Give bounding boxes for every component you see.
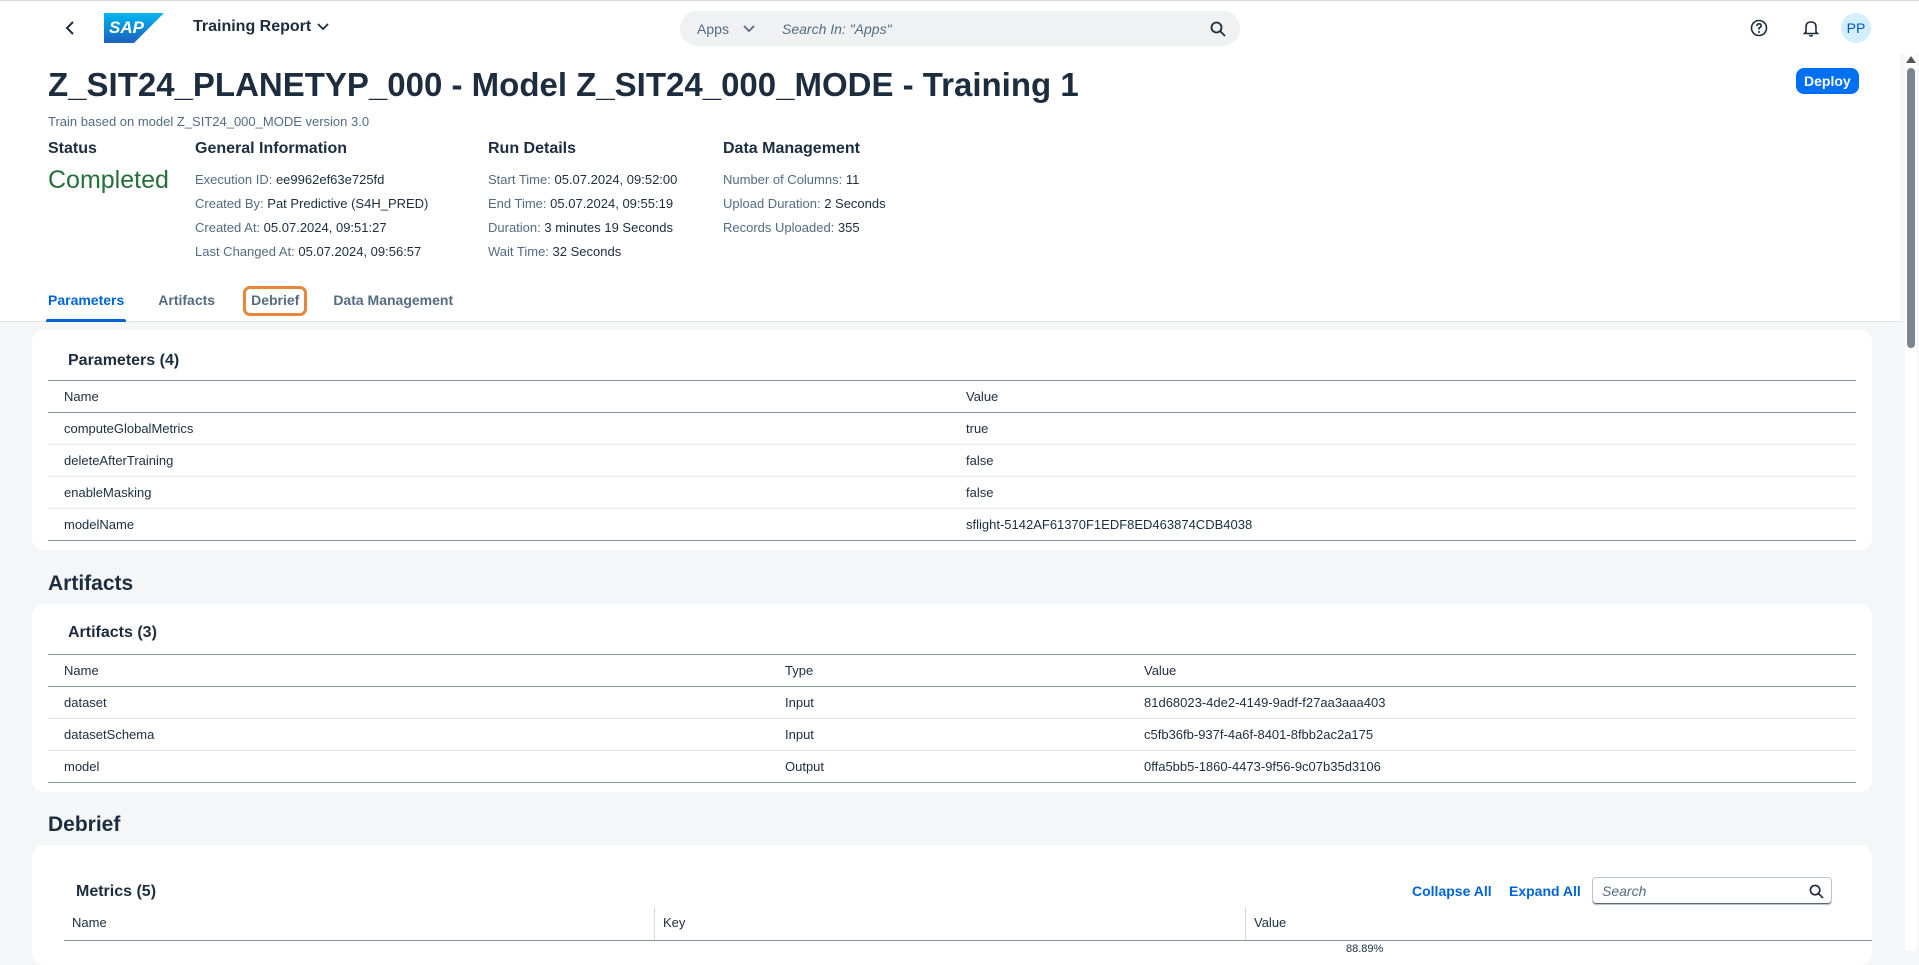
artifact-name: datasetSchema	[48, 718, 769, 751]
artifact-type: Input	[769, 718, 1128, 751]
run-details-group: Run Details Start Time: 05.07.2024, 09:5…	[488, 140, 677, 264]
table-row[interactable]: modelName sflight-5142AF61370F1EDF8ED4638…	[48, 508, 1856, 541]
scroll-up-arrow-icon[interactable]	[1906, 56, 1916, 63]
artifacts-section-title: Artifacts	[48, 572, 134, 595]
app-title: Training Report	[193, 18, 312, 35]
number-of-columns: Number of Columns: 11	[723, 172, 860, 187]
metrics-search-field[interactable]: Search	[1592, 877, 1832, 905]
anchor-tab-bar: Parameters Artifacts Debrief Data Manage…	[46, 286, 455, 322]
param-value: true	[950, 412, 1856, 445]
metrics-card: Metrics (5) Collapse All Expand All Sear…	[32, 845, 1872, 965]
records-uploaded: Records Uploaded: 355	[723, 220, 860, 235]
tab-debrief[interactable]: Debrief	[243, 286, 308, 316]
object-page-header: Z_SIT24_PLANETYP_000 - Model Z_SIT24_000…	[0, 54, 1900, 322]
chevron-left-icon	[65, 21, 74, 35]
column-header-key[interactable]: Key	[655, 907, 1246, 940]
end-time: End Time: 05.07.2024, 09:55:19	[488, 196, 674, 211]
status-heading: Status	[48, 140, 97, 157]
app-title-menu[interactable]: Training Report	[193, 18, 329, 36]
wait-time: Wait Time: 32 Seconds	[488, 244, 622, 259]
user-avatar[interactable]: PP	[1841, 13, 1871, 43]
created-by: Created By: Pat Predictive (S4H_PRED)	[195, 196, 429, 211]
collapse-all-button[interactable]: Collapse All	[1412, 883, 1492, 899]
column-header-name[interactable]: Name	[64, 907, 655, 940]
status-value: Completed	[48, 166, 169, 194]
execution-id: Execution ID: ee9962ef63e725fd	[195, 172, 385, 187]
sap-logo[interactable]: SAP	[104, 13, 164, 43]
parameters-table: Name Value computeGlobalMetrics true dele…	[48, 380, 1856, 541]
search-scope-select[interactable]: Apps	[680, 11, 772, 46]
data-management-group: Data Management Number of Columns: 11 Up…	[723, 140, 886, 240]
status-group: Status Completed	[48, 140, 169, 195]
back-button[interactable]	[62, 17, 78, 39]
parameters-card: Parameters (4) Name Value computeGlobalM…	[32, 330, 1872, 550]
column-header-type[interactable]: Type	[769, 654, 1128, 687]
artifact-type: Output	[769, 750, 1128, 783]
debrief-section-title: Debrief	[48, 813, 121, 836]
created-at: Created At: 05.07.2024, 09:51:27	[195, 220, 387, 235]
duration: Duration: 3 minutes 19 Seconds	[488, 220, 674, 235]
param-name: computeGlobalMetrics	[48, 412, 950, 445]
param-name: deleteAfterTraining	[48, 444, 950, 477]
tab-artifacts[interactable]: Artifacts	[156, 292, 217, 322]
artifact-name: dataset	[48, 686, 769, 719]
last-changed-at: Last Changed At: 05.07.2024, 09:56:57	[195, 244, 422, 259]
search-icon[interactable]	[1196, 11, 1240, 46]
general-info-group: General Information Execution ID: ee9962…	[195, 140, 428, 264]
table-row[interactable]: datasetSchema Input c5fb36fb-937f-4a6f-840…	[48, 718, 1856, 751]
param-value: sflight-5142AF61370F1EDF8ED463874CDB4038	[950, 508, 1856, 541]
global-search: Apps Search In: "Apps"	[680, 11, 1240, 46]
table-row[interactable]: enableMasking false	[48, 476, 1856, 509]
parameters-card-title: Parameters (4)	[68, 352, 180, 369]
table-row[interactable]: computeGlobalMetrics true	[48, 412, 1856, 445]
search-scope-label: Apps	[697, 20, 729, 37]
data-management-heading: Data Management	[723, 140, 860, 157]
search-input[interactable]: Search In: "Apps"	[772, 11, 1196, 46]
metric-value-partial: 88.89%	[1346, 943, 1384, 955]
artifacts-card-title: Artifacts (3)	[68, 624, 157, 641]
start-time: Start Time: 05.07.2024, 09:52:00	[488, 172, 678, 187]
sap-logo-text: SAP	[109, 18, 144, 37]
param-value: false	[950, 476, 1856, 509]
page-subtitle: Train based on model Z_SIT24_000_MODE ve…	[48, 114, 370, 129]
column-header-value[interactable]: Value	[1128, 654, 1856, 687]
artifacts-table: Name Type Value dataset Input 81d68023-4de…	[48, 654, 1856, 783]
column-header-value[interactable]: Value	[950, 380, 1856, 413]
table-row[interactable]: dataset Input 81d68023-4de2-4149-9adf-f27a…	[48, 686, 1856, 719]
table-row[interactable]: deleteAfterTraining false	[48, 444, 1856, 477]
shell-bar: SAP Training Report Apps Search In: "App…	[0, 0, 1919, 54]
artifact-value: c5fb36fb-937f-4a6f-8401-8fbb2ac2a175	[1128, 718, 1856, 751]
run-details-heading: Run Details	[488, 140, 577, 157]
tab-parameters[interactable]: Parameters	[46, 292, 127, 322]
search-icon[interactable]	[1801, 884, 1831, 899]
metrics-table-header: Name Key Value	[64, 907, 1872, 941]
metrics-card-title: Metrics (5)	[76, 883, 157, 900]
upload-duration: Upload Duration: 2 Seconds	[723, 196, 886, 211]
tab-data-management[interactable]: Data Management	[331, 292, 455, 322]
artifact-value: 81d68023-4de2-4149-9adf-f27aa3aaa403	[1128, 686, 1856, 719]
artifact-type: Input	[769, 686, 1128, 719]
param-name: modelName	[48, 508, 950, 541]
column-header-value[interactable]: Value	[1246, 907, 1872, 940]
artifact-name: model	[48, 750, 769, 783]
table-row[interactable]: model Output 0ffa5bb5-1860-4473-9f56-9c07b…	[48, 750, 1856, 783]
artifacts-card: Artifacts (3) Name Type Value dataset Inp…	[32, 604, 1872, 792]
expand-all-button[interactable]: Expand All	[1509, 883, 1581, 899]
column-header-name[interactable]: Name	[48, 654, 769, 687]
param-name: enableMasking	[48, 476, 950, 509]
chevron-down-icon	[743, 24, 755, 32]
help-icon[interactable]	[1748, 17, 1770, 39]
general-info-heading: General Information	[195, 140, 348, 157]
bell-icon[interactable]	[1800, 17, 1822, 39]
scrollbar-thumb[interactable]	[1907, 68, 1915, 348]
column-header-name[interactable]: Name	[48, 380, 950, 413]
deploy-button[interactable]: Deploy	[1796, 68, 1859, 94]
page-title: Z_SIT24_PLANETYP_000 - Model Z_SIT24_000…	[48, 66, 1079, 103]
param-value: false	[950, 444, 1856, 477]
page-scrollbar[interactable]	[1905, 54, 1917, 951]
metrics-search-input[interactable]: Search	[1593, 883, 1801, 899]
artifact-value: 0ffa5bb5-1860-4473-9f56-9c07b35d3106	[1128, 750, 1856, 783]
chevron-down-icon	[317, 23, 329, 31]
